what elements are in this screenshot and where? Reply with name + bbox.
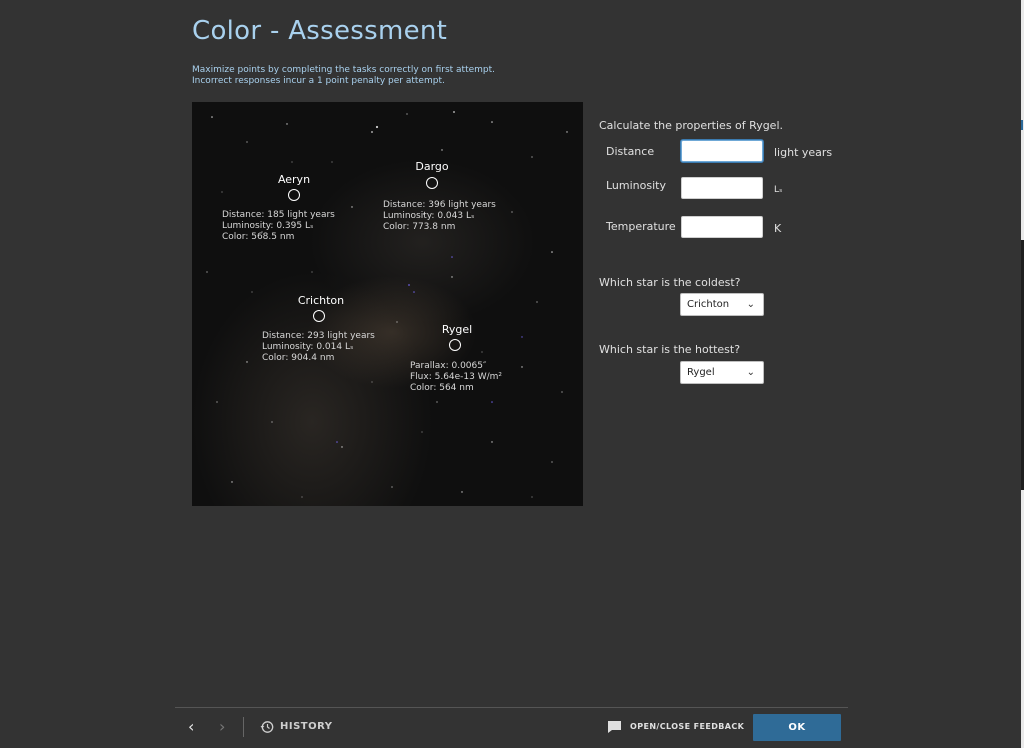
feedback-toggle-button[interactable]: OPEN/CLOSE FEEDBACK (630, 722, 744, 731)
star-label-aeryn: Aeryn (277, 173, 311, 186)
question-prompt: Calculate the properties of Rygel. (599, 119, 784, 132)
star-info-line: Distance: 293 light years (262, 331, 375, 341)
star-label-rygel: Rygel (441, 323, 473, 336)
footer-divider (175, 707, 848, 708)
star-info-line: Color: 773.8 nm (383, 222, 456, 232)
hottest-selected-value: Rygel (687, 367, 715, 378)
instruction-line: Maximize points by completing the tasks … (192, 65, 496, 75)
star-info-aeryn: Distance: 185 light years Luminosity: 0.… (222, 210, 335, 243)
star-info-rygel: Parallax: 0.0065″ Flux: 5.64e-13 W/m² Co… (410, 361, 502, 394)
star-field-image: Aeryn Distance: 185 light years Luminosi… (192, 102, 583, 506)
assessment-page: Color - Assessment Maximize points by co… (0, 0, 1022, 748)
temperature-unit: K (774, 222, 782, 235)
luminosity-unit: Lₛ (774, 185, 783, 195)
nav-divider (243, 717, 244, 737)
temperature-label: Temperature (606, 220, 676, 233)
star-field-background (206, 111, 568, 498)
forward-button[interactable]: › (219, 718, 225, 736)
chevron-down-icon: ⌄ (746, 299, 755, 310)
distance-input[interactable] (681, 140, 763, 162)
star-info-line: Luminosity: 0.043 Lₛ (383, 211, 475, 221)
back-button[interactable]: ‹ (188, 718, 194, 736)
star-info-line: Distance: 396 light years (383, 200, 496, 210)
star-info-line: Color: 568.5 nm (222, 232, 295, 242)
distance-unit: light years (774, 146, 833, 159)
instructions: Maximize points by completing the tasks … (192, 65, 495, 87)
star-info-line: Color: 904.4 nm (262, 353, 335, 363)
coldest-select[interactable]: Crichton ⌄ (680, 293, 764, 316)
coldest-prompt: Which star is the coldest? (599, 276, 741, 289)
star-info-line: Color: 564 nm (410, 383, 474, 393)
star-label-dargo: Dargo (415, 160, 449, 173)
star-info-dargo: Distance: 396 light years Luminosity: 0.… (383, 200, 496, 233)
star-marker-rygel[interactable] (449, 339, 461, 351)
history-icon[interactable] (260, 720, 274, 734)
star-info-line: Flux: 5.64e-13 W/m² (410, 372, 503, 382)
star-info-line: Luminosity: 0.395 Lₛ (222, 221, 314, 231)
star-info-crichton: Distance: 293 light years Luminosity: 0.… (262, 331, 375, 364)
ok-button[interactable]: OK (753, 714, 841, 741)
temperature-input[interactable] (681, 216, 763, 238)
star-marker-aeryn[interactable] (288, 189, 300, 201)
distance-label: Distance (606, 145, 655, 158)
luminosity-input[interactable] (681, 177, 763, 199)
history-button[interactable]: HISTORY (280, 721, 333, 732)
instruction-line: Incorrect responses incur a 1 point pena… (192, 76, 445, 86)
star-info-line: Luminosity: 0.014 Lₛ (262, 342, 354, 352)
hottest-prompt: Which star is the hottest? (599, 343, 741, 356)
star-info-line: Parallax: 0.0065″ (410, 361, 487, 371)
star-marker-dargo[interactable] (426, 177, 438, 189)
luminosity-label: Luminosity (606, 179, 666, 192)
coldest-selected-value: Crichton (687, 299, 730, 310)
star-marker-crichton[interactable] (313, 310, 325, 322)
page-title: Color - Assessment (192, 16, 448, 46)
hottest-select[interactable]: Rygel ⌄ (680, 361, 764, 384)
star-info-line: Distance: 185 light years (222, 210, 335, 220)
star-label-crichton: Crichton (297, 294, 345, 307)
chevron-down-icon: ⌄ (746, 367, 755, 378)
feedback-icon[interactable] (607, 720, 622, 734)
